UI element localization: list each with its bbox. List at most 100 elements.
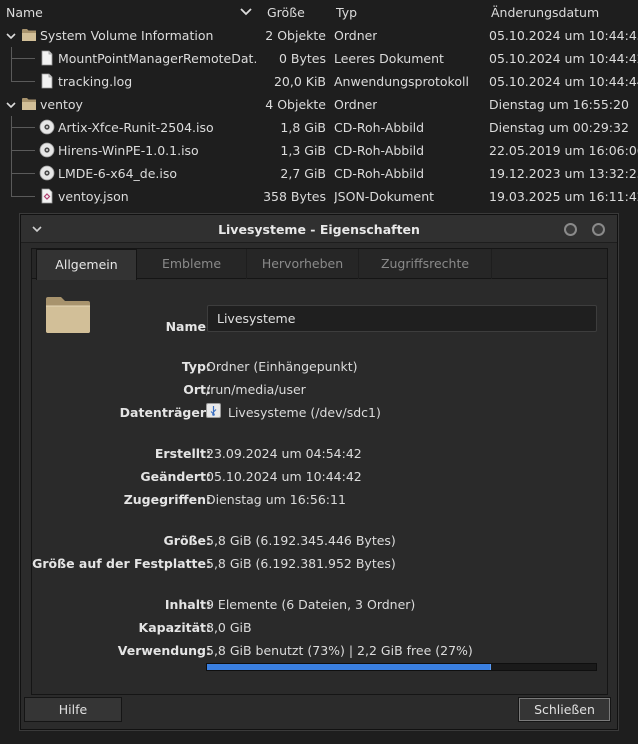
file-name: MountPointManagerRemoteDat…: [58, 51, 256, 66]
file-modified: 22.05.2019 um 16:06:06: [489, 143, 638, 158]
modified-label: Geändert:: [140, 469, 211, 484]
usage-label: Verwendung:: [117, 643, 211, 658]
tree-line: [11, 81, 35, 82]
usage-value: 5,8 GiB benutzt (73%) | 2,2 GiB free (27…: [206, 643, 473, 658]
file-row[interactable]: tracking.log 20,0 KiB Anwendungsprotokoll 0…: [0, 70, 638, 93]
tab-panel: Allgemein Embleme Hervorheben Zugriffsre…: [31, 248, 608, 695]
created-value: 23.09.2024 um 04:54:42: [206, 446, 362, 461]
file-modified: 05.10.2024 um 10:44:42: [489, 51, 638, 66]
sort-descending-icon[interactable]: [239, 6, 253, 18]
file-modified: Dienstag um 16:55:20: [489, 97, 629, 112]
file-type: JSON-Dokument: [334, 189, 435, 204]
folder-icon[interactable]: [45, 295, 91, 335]
file-type: Leeres Dokument: [334, 51, 444, 66]
size-value: 5,8 GiB (6.192.345.446 Bytes): [206, 533, 396, 548]
file-row[interactable]: Hirens-WinPE-1.0.1.iso 1,3 GiB CD-Roh-Abbi…: [0, 139, 638, 162]
file-type: Ordner: [334, 28, 378, 43]
file-name: LMDE-6-x64_de.iso: [58, 166, 178, 181]
usage-progress-bar: [206, 663, 597, 671]
file-size: 2,7 GiB: [280, 166, 326, 181]
name-input[interactable]: [207, 305, 597, 332]
file-modified: 19.03.2025 um 16:11:42: [489, 189, 638, 204]
disk-size-value: 5,8 GiB (6.192.381.952 Bytes): [206, 556, 396, 571]
created-label: Erstellt:: [154, 446, 211, 461]
file-size: 1,8 GiB: [280, 120, 326, 135]
file-type: CD-Roh-Abbild: [334, 120, 425, 135]
type-value: Ordner (Einhängepunkt): [206, 359, 358, 374]
file-type: CD-Roh-Abbild: [334, 166, 425, 181]
column-name[interactable]: Name: [6, 5, 43, 20]
file-type: Anwendungsprotokoll: [334, 74, 469, 89]
file-row[interactable]: Artix-Xfce-Runit-2504.iso 1,8 GiB CD-Roh-A…: [0, 116, 638, 139]
accessed-label: Zugegriffen:: [123, 492, 211, 507]
folder-icon: [22, 98, 36, 110]
tab-highlight[interactable]: Hervorheben: [247, 249, 359, 279]
column-header: Name Größe Typ Änderungsdatum: [0, 0, 638, 24]
dialog-title: Livesysteme - Eigenschaften: [218, 222, 420, 237]
file-name: Artix-Xfce-Runit-2504.iso: [58, 120, 214, 135]
file-size: 1,3 GiB: [280, 143, 326, 158]
expand-arrow-icon[interactable]: [5, 30, 17, 42]
contents-label: Inhalt:: [164, 597, 211, 612]
tree-line: [11, 150, 35, 151]
folder-icon: [22, 29, 36, 41]
file-modified: 05.10.2024 um 10:44:44: [489, 74, 638, 89]
file-size: 2 Objekte: [265, 28, 326, 43]
file-row[interactable]: System Volume Information 2 Objekte Ordner…: [0, 24, 638, 47]
file-modified: 19.12.2023 um 13:32:23: [489, 166, 638, 181]
file-name: ventoy: [40, 97, 83, 112]
tab-general[interactable]: Allgemein: [36, 249, 137, 280]
help-button[interactable]: Hilfe: [24, 697, 122, 722]
disk-size-label: Größe auf der Festplatte:: [32, 556, 211, 571]
file-name: tracking.log: [58, 74, 133, 89]
tab-emblems[interactable]: Embleme: [137, 249, 247, 279]
modified-value: 05.10.2024 um 10:44:42: [206, 469, 362, 484]
column-modified[interactable]: Änderungsdatum: [491, 5, 599, 20]
document-icon: [41, 50, 53, 66]
document-icon: [41, 73, 53, 89]
tree-line: [11, 173, 35, 174]
location-value: /run/media/user: [206, 382, 306, 397]
file-name: System Volume Information: [40, 28, 214, 43]
tab-permissions[interactable]: Zugriffsrechte: [359, 249, 492, 279]
properties-dialog: Livesysteme - Eigenschaften Allgemein Em…: [20, 214, 618, 730]
file-modified: Dienstag um 00:29:32: [489, 120, 629, 135]
usage-progress-fill: [207, 664, 491, 670]
name-label: Name:: [165, 319, 211, 334]
contents-value: 9 Elemente (6 Dateien, 3 Ordner): [206, 597, 416, 612]
capacity-label: Kapazität:: [138, 620, 211, 635]
file-row[interactable]: MountPointManagerRemoteDat… 0 Bytes Leeres…: [0, 47, 638, 70]
file-type: CD-Roh-Abbild: [334, 143, 425, 158]
tree-line: [11, 127, 35, 128]
capacity-value: 8,0 GiB: [206, 620, 252, 635]
accessed-value: Dienstag um 16:56:11: [206, 492, 346, 507]
file-row[interactable]: ventoy.json 358 Bytes JSON-Dokument 19.03.2…: [0, 185, 638, 208]
disc-icon: [39, 119, 55, 135]
file-size: 20,0 KiB: [273, 74, 326, 89]
file-modified: 05.10.2024 um 10:44:43: [489, 28, 638, 43]
size-label: Größe:: [163, 533, 211, 548]
file-row[interactable]: ventoy 4 Objekte Ordner Dienstag um 16:55:2…: [0, 93, 638, 116]
tab-bar: Allgemein Embleme Hervorheben Zugriffsre…: [32, 249, 607, 280]
column-size[interactable]: Größe: [267, 5, 305, 20]
file-name: ventoy.json: [58, 189, 129, 204]
volume-label: Datenträger:: [119, 405, 211, 420]
file-type: Ordner: [334, 97, 378, 112]
disc-icon: [39, 142, 55, 158]
tree-line: [11, 58, 35, 59]
volume-value: Livesysteme (/dev/sdc1): [228, 405, 381, 420]
file-size: 0 Bytes: [278, 51, 326, 66]
tree-line: [11, 196, 35, 197]
file-size: 358 Bytes: [263, 189, 326, 204]
file-row[interactable]: LMDE-6-x64_de.iso 2,7 GiB CD-Roh-Abbild 19.…: [0, 162, 638, 185]
dialog-titlebar[interactable]: Livesysteme - Eigenschaften: [21, 215, 617, 243]
maximize-button[interactable]: [592, 223, 605, 236]
minimize-button[interactable]: [564, 223, 577, 236]
column-type[interactable]: Typ: [336, 5, 357, 20]
close-button[interactable]: Schließen: [518, 697, 611, 722]
disc-icon: [39, 165, 55, 181]
usb-drive-icon: [206, 403, 221, 418]
expand-arrow-icon[interactable]: [5, 99, 17, 111]
json-icon: [41, 188, 53, 204]
file-size: 4 Objekte: [265, 97, 326, 112]
